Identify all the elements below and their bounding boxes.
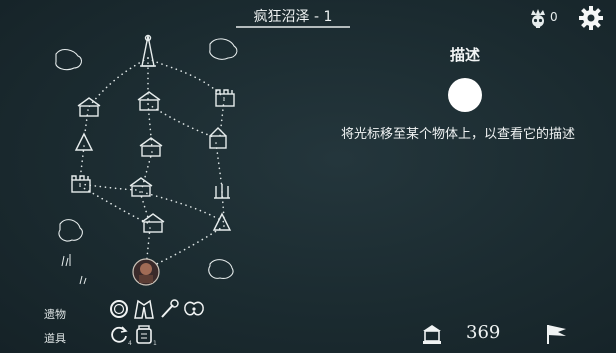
skull-crown-icon[interactable] [527,7,549,29]
staff-icon[interactable] [158,298,180,320]
map-paths [79,57,225,269]
description-title: 描述 [449,46,480,64]
jar-icon[interactable] [133,323,155,345]
pillars-icon [214,184,230,199]
flag-icon[interactable] [544,322,570,346]
tent-icon [212,212,232,231]
coat-icon[interactable] [133,298,155,320]
map-title: 疯狂沼泽 - 1 [253,9,333,25]
item-badge: 4 [128,340,132,347]
relics-label: 遗物 [44,308,66,321]
gear-icon[interactable] [578,5,604,31]
tent-icon [74,132,94,151]
castle-icon [215,89,235,107]
shrine-icon[interactable] [420,322,444,346]
item-badge: 1 [153,340,157,347]
ring-icon[interactable] [108,298,130,320]
house-icon [141,213,165,233]
boss-tower-icon [140,34,156,67]
skull-count: 0 [550,10,558,24]
castle-icon [209,127,227,149]
cloud-decor-icon [55,38,238,279]
title-underline [236,26,350,28]
wings-icon[interactable] [183,298,205,320]
house-icon [139,137,163,157]
grass-decor-icon [61,254,87,285]
gold-amount: 369 [466,322,501,343]
castle-icon [71,175,91,193]
house-icon [137,91,161,111]
items-label: 道具 [44,332,66,345]
refresh-icon[interactable] [108,323,130,345]
description-preview-orb [448,78,482,112]
route-map [55,34,238,286]
house-icon [129,177,153,197]
description-text: 将光标移至某个物体上，以查看它的描述 [340,127,575,142]
player-portrait-icon [132,258,160,286]
